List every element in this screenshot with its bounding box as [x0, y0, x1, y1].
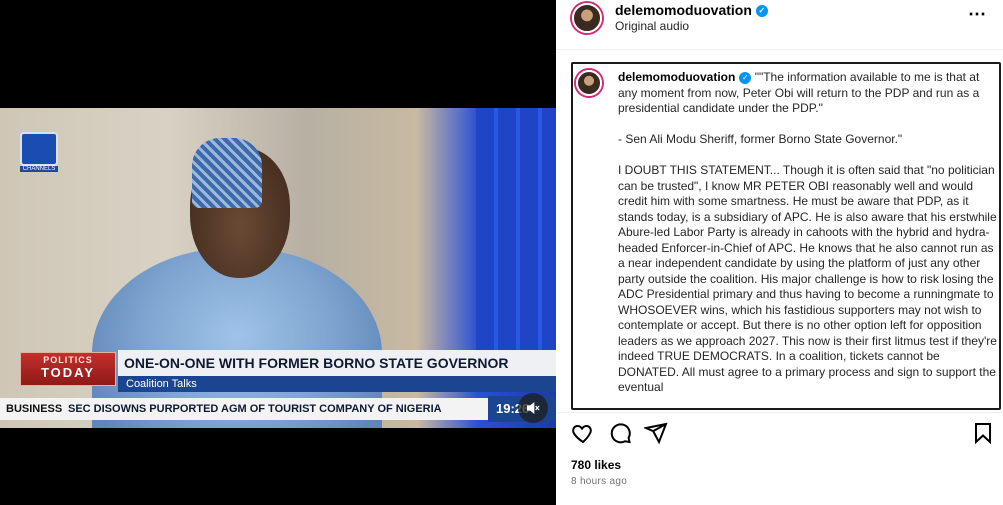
video-player[interactable]: CHANNELS POLITICS TODAY ONE-ON-ONE WITH …: [0, 108, 556, 428]
share-icon[interactable]: [644, 421, 668, 445]
show-badge: POLITICS TODAY: [20, 352, 116, 386]
action-bar: [556, 412, 1003, 452]
channel-logo-text: CHANNELS: [20, 166, 58, 172]
post-username[interactable]: delemomoduovation ✓: [615, 2, 768, 18]
mute-button[interactable]: [518, 393, 548, 423]
caption-username[interactable]: delemomoduovation: [618, 70, 735, 84]
post-timestamp[interactable]: 8 hours ago: [571, 476, 627, 487]
lower-third: POLITICS TODAY ONE-ON-ONE WITH FORMER BO…: [0, 348, 556, 398]
ticker-label: BUSINESS: [6, 403, 63, 415]
likes-count[interactable]: 780 likes: [571, 458, 621, 472]
caption-text: ""The information available to me is tha…: [618, 70, 997, 394]
guest-cap: [192, 138, 262, 208]
show-badge-line2: TODAY: [40, 365, 96, 380]
heart-icon[interactable]: [571, 421, 595, 445]
post-panel: delemomoduovation ✓ Original audio ⋯ dele…: [556, 0, 1003, 505]
avatar[interactable]: [572, 3, 602, 33]
video-subheadline: Coalition Talks: [118, 376, 556, 392]
audio-label[interactable]: Original audio: [615, 19, 689, 33]
caption-verified-icon: ✓: [739, 71, 752, 84]
more-options-icon[interactable]: ⋯: [968, 4, 987, 25]
verified-icon: ✓: [755, 5, 768, 18]
ticker-text: SEC DISOWNS PURPORTED AGM OF TOURIST COM…: [68, 403, 442, 415]
post-username-text[interactable]: delemomoduovation: [615, 2, 752, 18]
speaker-muted-icon: [527, 401, 540, 415]
caption: delemomoduovation ✓ ""The information ava…: [618, 70, 998, 396]
news-ticker: BUSINESS SEC DISOWNS PURPORTED AGM OF TO…: [0, 396, 556, 422]
channel-logo-icon: [20, 132, 58, 166]
video-headline: ONE-ON-ONE WITH FORMER BORNO STATE GOVER…: [118, 350, 556, 376]
caption-box: delemomoduovation ✓ ""The information ava…: [571, 62, 1001, 410]
caption-avatar[interactable]: [576, 70, 602, 96]
comment-icon[interactable]: [608, 421, 632, 445]
studio-background: [476, 108, 556, 358]
media-area: CHANNELS POLITICS TODAY ONE-ON-ONE WITH …: [0, 0, 556, 505]
show-badge-line1: POLITICS: [43, 355, 93, 365]
post-header: delemomoduovation ✓ Original audio ⋯: [556, 0, 1003, 50]
bookmark-icon[interactable]: [971, 421, 995, 445]
